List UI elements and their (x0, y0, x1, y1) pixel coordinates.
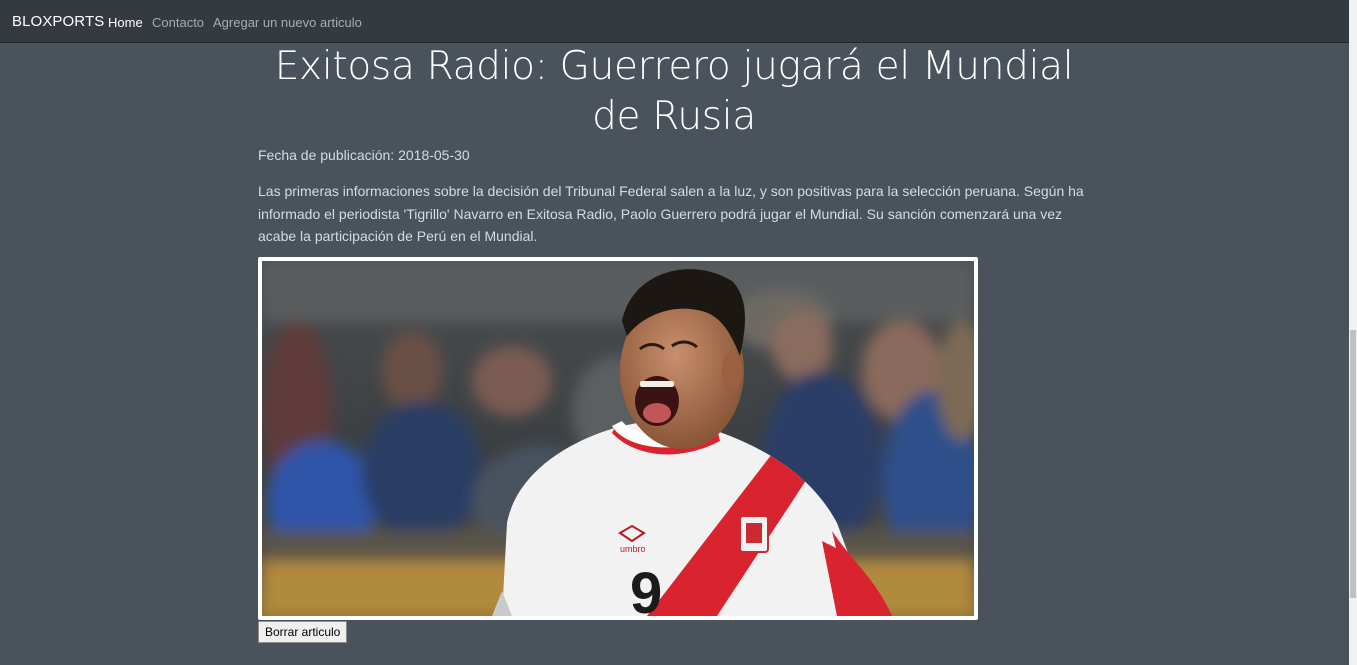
nav-link-home[interactable]: Home (108, 15, 143, 30)
svg-text:9: 9 (630, 561, 662, 616)
article-image-frame: 9 umbro (258, 257, 978, 620)
scrollbar-thumb[interactable] (1350, 330, 1356, 598)
article-body: Las primeras informaciones sobre la deci… (258, 183, 1084, 244)
nav-link-agregar-articulo[interactable]: Agregar un nuevo articulo (213, 15, 362, 30)
delete-article-button[interactable]: Borrar articulo (258, 621, 348, 643)
brand-logo[interactable]: BLOXPORTS (12, 13, 104, 30)
article-title: Exitosa Radio: Guerrero jugará el Mundia… (274, 44, 1074, 139)
publication-date: Fecha de publicación: 2018-05-30 (258, 147, 470, 163)
article-photo: 9 umbro (262, 261, 974, 616)
svg-text:umbro: umbro (620, 544, 646, 554)
nav-link-contacto[interactable]: Contacto (152, 15, 204, 30)
player-head (620, 269, 745, 449)
vertical-scrollbar[interactable] (1349, 0, 1357, 665)
navbar: BLOXPORTS Home Contacto Agregar un nuevo… (0, 0, 1349, 43)
